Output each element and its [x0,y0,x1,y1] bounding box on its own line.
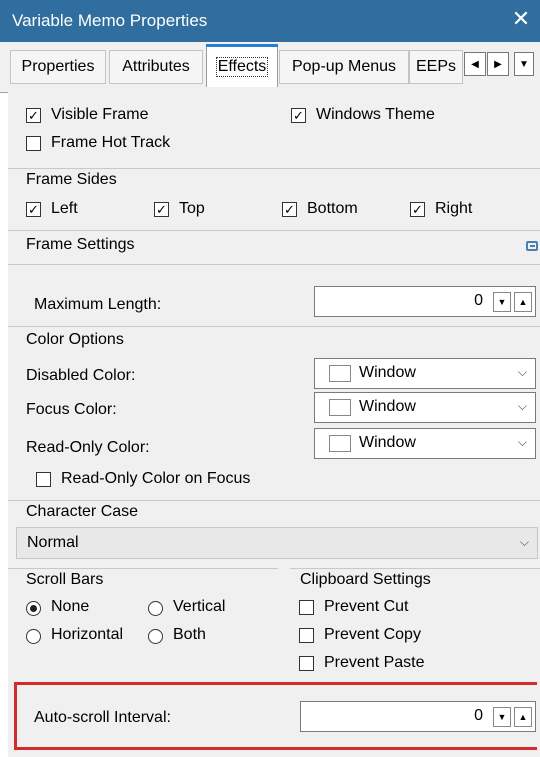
close-icon[interactable]: ✕ [508,6,534,32]
scroll-bars-title: Scroll Bars [26,571,104,588]
frame-side-top-checkbox[interactable]: ✓ [154,202,169,217]
clipboard-settings-title: Clipboard Settings [300,571,431,588]
maximum-length-label: Maximum Length: [34,296,162,313]
divider [8,326,540,327]
frame-side-right-label: Right [435,200,473,217]
scroll-none-radio[interactable] [26,601,41,616]
spin-up-icon[interactable]: ▲ [514,292,532,312]
readonly-color-select[interactable]: Window ⌵ [314,428,536,459]
frame-side-bottom-checkbox[interactable]: ✓ [282,202,297,217]
scroll-none-label: None [51,598,90,615]
color-options-title: Color Options [26,331,124,348]
focus-color-value: Window [359,398,416,415]
tab-label: Pop-up Menus [291,58,397,75]
tab-scroll-right-icon[interactable]: ▶ [487,52,509,76]
readonly-color-on-focus-checkbox[interactable] [36,472,51,487]
scroll-horizontal-radio[interactable] [26,629,41,644]
chevron-down-icon: ⌵ [517,435,527,449]
prevent-paste-checkbox[interactable] [299,656,314,671]
frame-hot-track-label: Frame Hot Track [51,134,171,151]
auto-scroll-interval-label: Auto-scroll Interval: [34,709,171,726]
disabled-color-value: Window [359,364,416,381]
effects-panel [8,92,540,757]
tab-label: Effects [215,57,269,77]
divider [8,230,540,231]
tab-dropdown-icon[interactable]: ▼ [514,52,534,76]
window-title: Variable Memo Properties [12,11,208,30]
scroll-horizontal-label: Horizontal [51,626,124,643]
frame-hot-track-checkbox[interactable] [26,136,41,151]
title-bar: Variable Memo Properties ✕ [0,0,540,42]
maximum-length-value: 0 [474,292,483,309]
divider [8,500,540,501]
maximum-length-field[interactable]: 0 ▼ ▲ [314,286,536,317]
readonly-color-on-focus-label: Read-Only Color on Focus [61,470,251,487]
color-swatch [329,365,351,382]
frame-settings-title: Frame Settings [26,236,135,253]
character-case-value: Normal [27,534,79,551]
divider [8,568,278,569]
chevron-down-icon: ⌵ [517,365,527,379]
character-case-title: Character Case [26,503,139,520]
frame-side-left-label: Left [51,200,78,217]
character-case-select[interactable]: Normal ⌵ [16,527,538,559]
focus-color-select[interactable]: Window ⌵ [314,392,536,423]
windows-theme-label: Windows Theme [316,106,435,123]
prevent-copy-label: Prevent Copy [324,626,421,643]
readonly-color-value: Window [359,434,416,451]
divider [290,568,540,569]
scroll-both-radio[interactable] [148,629,163,644]
frame-side-right-checkbox[interactable]: ✓ [410,202,425,217]
prevent-copy-checkbox[interactable] [299,628,314,643]
tab-label: Properties [21,58,95,75]
scroll-both-label: Both [173,626,206,643]
tab-label: Attributes [122,58,190,75]
tab-scroll-left-icon[interactable]: ◀ [464,52,486,76]
tab-attributes[interactable]: Attributes [109,50,203,84]
prevent-cut-checkbox[interactable] [299,600,314,615]
tab-popup-menus[interactable]: Pop-up Menus [279,50,409,84]
frame-settings-icon[interactable] [526,241,538,251]
prevent-paste-label: Prevent Paste [324,654,425,671]
focus-color-label: Focus Color: [26,401,117,418]
spin-up-icon[interactable]: ▲ [514,707,532,727]
disabled-color-label: Disabled Color: [26,367,136,384]
auto-scroll-interval-value: 0 [474,707,483,724]
windows-theme-checkbox[interactable]: ✓ [291,108,306,123]
tab-eeps[interactable]: EEPs [409,50,463,84]
spin-down-icon[interactable]: ▼ [493,292,511,312]
disabled-color-select[interactable]: Window ⌵ [314,358,536,389]
auto-scroll-interval-field[interactable]: 0 ▼ ▲ [300,701,536,732]
frame-sides-title: Frame Sides [26,171,117,188]
divider [8,168,540,169]
tab-effects[interactable]: Effects [206,44,278,87]
chevron-down-icon: ⌵ [517,399,527,413]
scroll-vertical-radio[interactable] [148,601,163,616]
visible-frame-label: Visible Frame [51,106,149,123]
tab-label: EEPs [415,58,456,75]
color-swatch [329,435,351,452]
visible-frame-checkbox[interactable]: ✓ [26,108,41,123]
readonly-color-label: Read-Only Color: [26,439,150,456]
tab-properties[interactable]: Properties [10,50,106,84]
frame-side-top-label: Top [179,200,205,217]
frame-side-bottom-label: Bottom [307,200,358,217]
scroll-vertical-label: Vertical [173,598,226,615]
divider [8,264,540,265]
spin-down-icon[interactable]: ▼ [493,707,511,727]
prevent-cut-label: Prevent Cut [324,598,409,615]
chevron-down-icon: ⌵ [519,535,529,549]
frame-side-left-checkbox[interactable]: ✓ [26,202,41,217]
color-swatch [329,399,351,416]
